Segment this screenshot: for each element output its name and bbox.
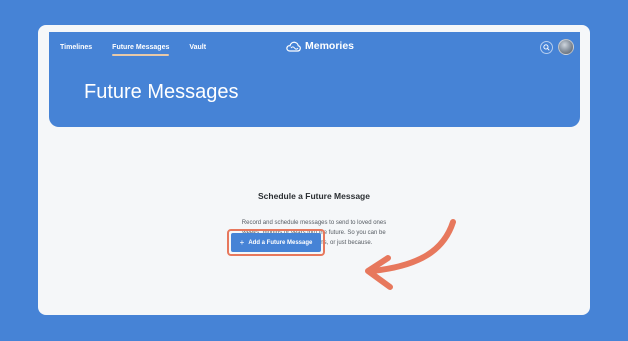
search-button[interactable] (540, 41, 553, 54)
nav-item-future-messages[interactable]: Future Messages (112, 36, 170, 59)
add-future-message-label: Add a Future Message (248, 239, 313, 246)
brand-name: Memories (305, 40, 355, 52)
app-header: Timelines Future Messages Vault Memories… (49, 32, 580, 127)
brand-logo[interactable]: Memories (286, 40, 354, 52)
plus-icon: + (239, 237, 245, 247)
empty-state-title: Schedule a Future Message (258, 191, 370, 201)
user-avatar[interactable] (558, 39, 574, 55)
description-line: Record and schedule messages to send to … (241, 220, 387, 226)
nav-item-vault[interactable]: Vault (189, 36, 206, 59)
nav-item-timelines[interactable]: Timelines (60, 36, 92, 59)
page-title: Future Messages (84, 81, 239, 103)
search-icon (543, 44, 550, 51)
add-future-message-button[interactable]: + Add a Future Message (231, 233, 321, 252)
main-nav: Timelines Future Messages Vault (60, 32, 206, 62)
app-window: Timelines Future Messages Vault Memories… (38, 25, 590, 315)
cloud-icon (286, 41, 301, 52)
